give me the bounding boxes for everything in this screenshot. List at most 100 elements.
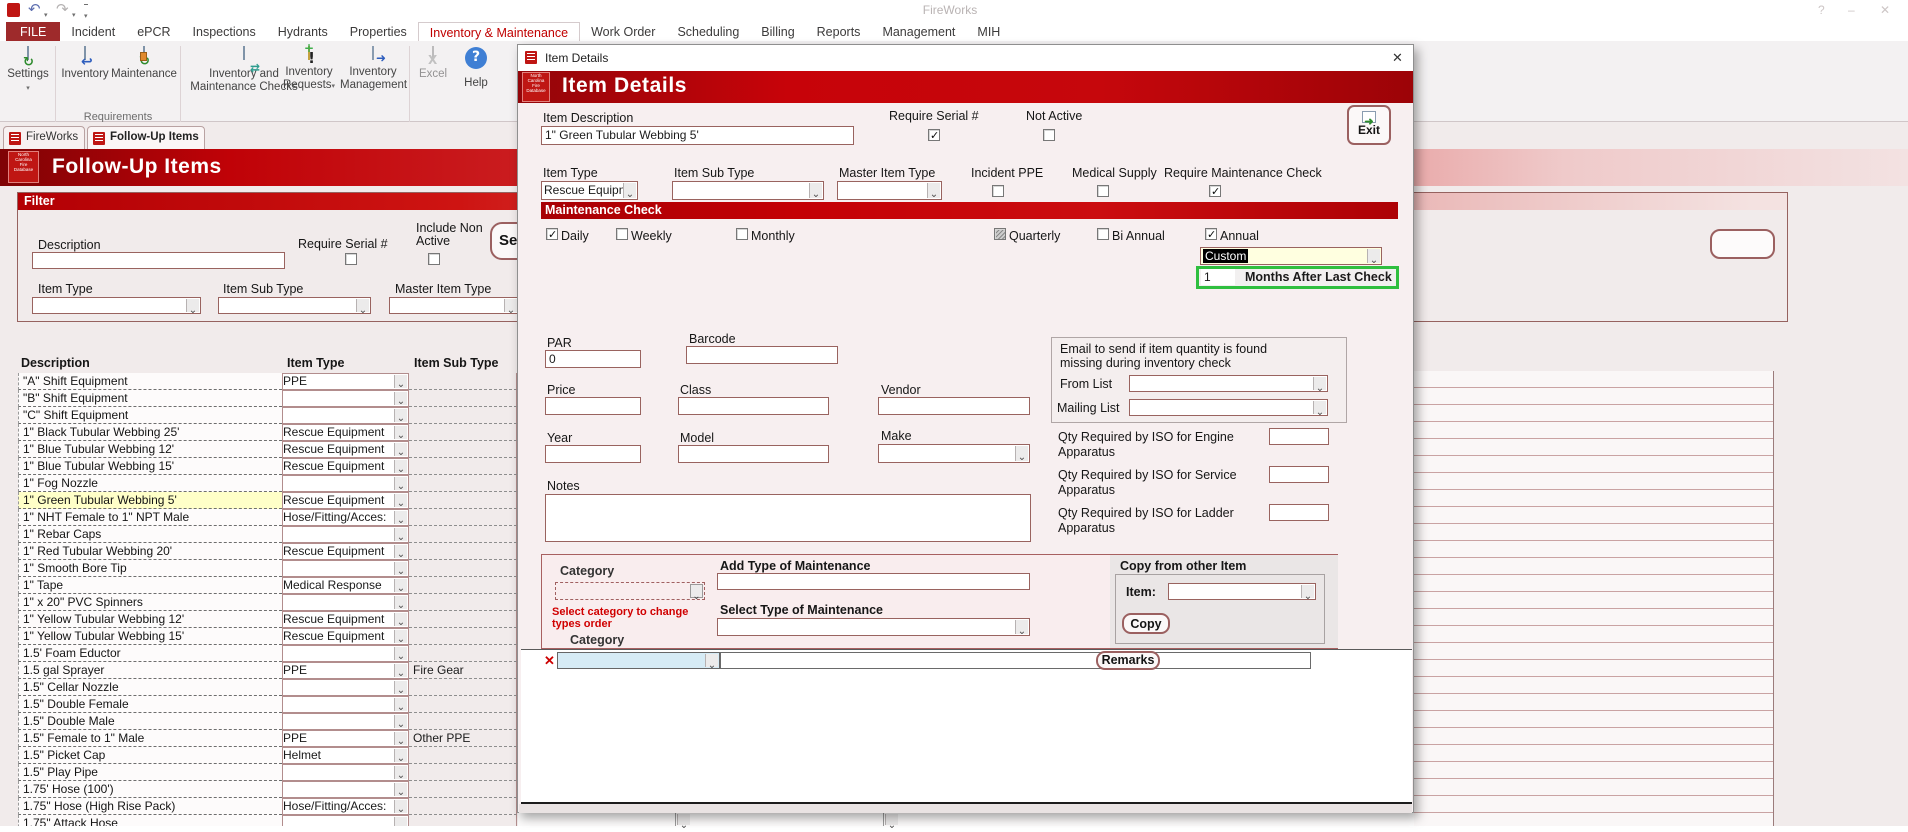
category-combo[interactable] [555, 582, 705, 600]
row-description-cell[interactable]: 1" Black Tubular Webbing 25' [18, 424, 282, 441]
row-description-cell[interactable]: 1.5 gal Sprayer [18, 662, 282, 679]
row-item-type-combo[interactable] [282, 475, 409, 492]
incident-ppe-checkbox[interactable] [992, 185, 1004, 197]
row-item-type-combo[interactable]: Hose/Fitting/Acces: [282, 798, 409, 815]
row-item-type-combo[interactable]: Rescue Equipment [282, 628, 409, 645]
chevron-down-icon[interactable] [1015, 446, 1028, 461]
row-item-type-combo[interactable]: PPE [282, 730, 409, 747]
tab-inspections[interactable]: Inspections [182, 22, 267, 41]
row-item-type-combo[interactable] [282, 390, 409, 407]
row-description-cell[interactable]: "B" Shift Equipment [18, 390, 282, 407]
exit-button[interactable]: Exit [1347, 105, 1391, 145]
row-item-sub-type-cell[interactable] [409, 815, 517, 826]
chevron-down-icon[interactable] [394, 596, 407, 609]
table-row[interactable]: 1" NHT Female to 1" NPT MaleHose/Fitting… [17, 509, 517, 526]
chevron-down-icon[interactable] [394, 698, 407, 711]
add-type-input[interactable] [717, 573, 1030, 590]
row-item-sub-type-cell[interactable] [409, 373, 517, 390]
row-item-sub-type-cell[interactable] [409, 560, 517, 577]
row-item-sub-type-cell[interactable] [409, 407, 517, 424]
row-item-type-combo[interactable]: Rescue Equipment [282, 424, 409, 441]
table-row[interactable]: 1.5" Double Male [17, 713, 517, 730]
redo-button[interactable] [56, 0, 69, 19]
row-category-combo[interactable] [557, 652, 720, 669]
table-row[interactable]: 1" TapeMedical Response [17, 577, 517, 594]
table-row[interactable]: 1.5" Cellar Nozzle [17, 679, 517, 696]
weekly-checkbox[interactable] [616, 228, 628, 240]
tab-mih[interactable]: MIH [966, 22, 1011, 41]
row-item-type-combo[interactable] [282, 526, 409, 543]
row-item-sub-type-cell[interactable] [409, 628, 517, 645]
row-item-sub-type-cell[interactable] [409, 611, 517, 628]
row-item-sub-type-cell[interactable] [409, 441, 517, 458]
row-item-sub-type-cell[interactable] [409, 679, 517, 696]
row-item-sub-type-cell[interactable]: Fire Gear [409, 662, 517, 679]
qty-ladder-input[interactable] [1269, 504, 1329, 521]
chevron-down-icon[interactable] [186, 299, 199, 312]
qty-service-input[interactable] [1269, 466, 1329, 483]
from-list-combo[interactable] [1129, 375, 1328, 392]
chevron-down-icon[interactable] [394, 545, 407, 558]
chevron-down-icon[interactable] [394, 800, 407, 813]
tab-scheduling[interactable]: Scheduling [666, 22, 750, 41]
tab-reports[interactable]: Reports [806, 22, 872, 41]
select-type-combo[interactable] [717, 618, 1030, 636]
table-row[interactable]: 1" Fog Nozzle [17, 475, 517, 492]
dialog-close-button[interactable]: ✕ [1392, 50, 1403, 66]
filter-include-non-active-checkbox[interactable] [428, 253, 440, 265]
filter-require-serial-checkbox[interactable] [345, 253, 357, 265]
chevron-down-icon[interactable] [1367, 249, 1380, 263]
chevron-down-icon[interactable] [394, 477, 407, 490]
notes-textarea[interactable] [545, 494, 1031, 542]
row-item-type-combo[interactable]: Rescue Equipment [282, 441, 409, 458]
daily-checkbox[interactable] [546, 228, 558, 240]
row-item-sub-type-cell[interactable] [409, 594, 517, 611]
custom-interval-combo[interactable]: Custom [1200, 247, 1382, 265]
table-row[interactable]: 1.5" Picket CapHelmet [17, 747, 517, 764]
filter-master-item-type-combo[interactable] [389, 297, 519, 314]
require-serial-checkbox[interactable] [928, 129, 940, 141]
row-description-cell[interactable]: 1" Yellow Tubular Webbing 15' [18, 628, 282, 645]
tab-epcr[interactable]: ePCR [126, 22, 181, 41]
row-item-sub-type-cell[interactable] [409, 781, 517, 798]
chevron-down-icon[interactable] [394, 749, 407, 762]
row-item-type-combo[interactable]: Medical Response [282, 577, 409, 594]
tab-properties[interactable]: Properties [339, 22, 418, 41]
filter-description-input[interactable] [32, 252, 285, 269]
tab-management[interactable]: Management [871, 22, 966, 41]
chevron-down-icon[interactable] [394, 511, 407, 524]
customize-quick-access-icon[interactable] [84, 4, 88, 23]
undo-button[interactable] [28, 0, 41, 19]
mailing-list-combo[interactable] [1129, 399, 1328, 416]
row-item-sub-type-cell[interactable] [409, 713, 517, 730]
chevron-down-icon[interactable] [394, 715, 407, 728]
chevron-down-icon[interactable] [394, 630, 407, 643]
row-item-sub-type-cell[interactable] [409, 798, 517, 815]
chevron-down-icon[interactable] [394, 766, 407, 779]
chevron-down-icon[interactable] [1313, 401, 1326, 414]
table-row[interactable]: 1" Red Tubular Webbing 20'Rescue Equipme… [17, 543, 517, 560]
row-item-sub-type-cell[interactable] [409, 492, 517, 509]
chevron-down-icon[interactable] [394, 443, 407, 456]
doc-tab-follow-up-items[interactable]: Follow-Up Items [87, 126, 205, 149]
row-item-sub-type-cell[interactable] [409, 577, 517, 594]
row-item-sub-type-cell[interactable] [409, 747, 517, 764]
year-input[interactable] [545, 445, 641, 463]
row-description-cell[interactable]: 1" x 20" PVC Spinners [18, 594, 282, 611]
row-description-cell[interactable]: 1.5" Double Male [18, 713, 282, 730]
row-item-type-combo[interactable] [282, 645, 409, 662]
chevron-down-icon[interactable] [394, 409, 407, 422]
row-item-sub-type-cell[interactable] [409, 764, 517, 781]
dialog-titlebar[interactable]: Item Details ✕ [518, 45, 1413, 71]
table-row[interactable]: 1.75" Hose (High Rise Pack)Hose/Fitting/… [17, 798, 517, 815]
table-row[interactable]: 1.75" Attack Hose [17, 815, 517, 826]
chevron-down-icon[interactable] [705, 654, 718, 667]
row-type-cell[interactable] [720, 652, 1311, 669]
chevron-down-icon[interactable] [394, 647, 407, 660]
class-input[interactable] [678, 397, 829, 415]
row-item-sub-type-cell[interactable] [409, 509, 517, 526]
row-description-cell[interactable]: 1.5" Cellar Nozzle [18, 679, 282, 696]
row-description-cell[interactable]: 1" NHT Female to 1" NPT Male [18, 509, 282, 526]
interval-value-input[interactable]: 1 [1201, 269, 1235, 285]
row-item-type-combo[interactable]: Helmet [282, 747, 409, 764]
